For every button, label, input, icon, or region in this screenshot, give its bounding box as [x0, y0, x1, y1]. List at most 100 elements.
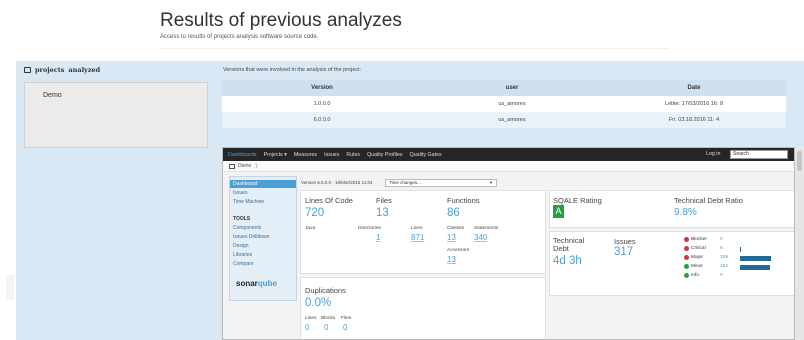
lines-label: Lines	[411, 226, 423, 231]
severity-critical-icon	[684, 246, 689, 251]
technical-debt-label: Technical Debt	[553, 236, 585, 253]
dup-files-label: Files	[341, 316, 352, 321]
loc-value[interactable]: 720	[305, 207, 324, 219]
classes-value[interactable]: 13	[447, 233, 456, 242]
sqale-rating-badge[interactable]: A	[553, 205, 564, 218]
severity-label: Minor	[691, 264, 703, 269]
severity-count[interactable]: 152	[720, 264, 728, 269]
accessors-label: Accessors	[447, 248, 470, 253]
duplications-widget: Duplications 0.0% Lines Blocks Files 0 0…	[300, 277, 546, 339]
sidebar-item-components[interactable]: Components	[233, 225, 261, 231]
sidebar-tools-heading: TOOLS	[233, 216, 251, 222]
project-item-demo[interactable]: Demo	[43, 92, 62, 99]
loc-label: Lines Of Code	[305, 196, 353, 205]
logo-text-qube: qube	[257, 279, 277, 288]
severity-info[interactable]: Info	[684, 273, 699, 278]
severity-major[interactable]: Major	[684, 255, 703, 260]
severity-major-icon	[684, 255, 689, 260]
nav-quality-gates[interactable]: Quality Gates	[410, 152, 442, 158]
technical-debt-value[interactable]: 4d 3h	[553, 255, 582, 267]
severity-critical[interactable]: Critical	[684, 246, 706, 251]
dup-lines-value[interactable]: 0	[305, 323, 309, 332]
nav-quality-profiles[interactable]: Quality Profiles	[367, 152, 403, 158]
nav-projects[interactable]: Projects ▾	[264, 152, 287, 158]
files-label: Files	[376, 196, 392, 205]
versions-caption: Versions that were involved in the analy…	[223, 67, 362, 73]
debt-ratio-value[interactable]: 9.8%	[674, 207, 697, 218]
versions-header-row: Version user Date	[222, 80, 786, 96]
table-row[interactable]: 1.0.0.0 us_amores Letter. 17/03/2016 16:…	[222, 96, 786, 112]
severity-blocker-icon	[684, 237, 689, 242]
sidebar-item-libraries[interactable]: Libraries	[233, 252, 252, 258]
sidebar-item-time-machine[interactable]: Time Machine	[233, 199, 264, 205]
projects-analyzed-header: projects analyzed	[24, 66, 100, 74]
version-cell: 6.0.0.0	[222, 112, 422, 128]
severity-count[interactable]: 159	[720, 255, 728, 260]
time-changes-select[interactable]: Time changes... ▼	[385, 179, 497, 187]
classes-label: Classes	[447, 226, 465, 231]
severity-bar	[740, 265, 770, 270]
scrollbar[interactable]	[795, 147, 804, 340]
nav-rules[interactable]: Rules	[346, 152, 360, 158]
severity-minor[interactable]: Minor	[684, 264, 703, 269]
severity-label: Info	[691, 273, 700, 278]
severity-label: Critical	[691, 246, 706, 251]
nav-dashboards[interactable]: Dashboards	[228, 152, 257, 158]
date-cell: Letter. 17/03/2016 16: 8	[602, 96, 786, 112]
breadcrumb: Demo ❯	[229, 163, 259, 169]
severity-label: Major	[691, 255, 703, 260]
user-cell: us_amores	[422, 96, 602, 112]
sonarqube-dashboard-screenshot: Dashboards Projects ▾ Measures Issues Ru…	[222, 147, 795, 340]
severity-bar	[740, 247, 741, 252]
debt-ratio-label: Technical Debt Ratio	[674, 196, 743, 205]
sqale-widget: SQALE Rating Technical Debt Ratio 9.8%	[549, 190, 794, 228]
breadcrumb-bar	[223, 161, 794, 172]
col-date-header: Date	[602, 80, 786, 96]
dup-blocks-label: Blocks	[321, 316, 336, 321]
severity-count[interactable]: 6	[720, 246, 723, 251]
dup-files-value[interactable]: 0	[343, 323, 347, 332]
directories-label: Directories	[358, 226, 381, 231]
duplications-value[interactable]: 0.0%	[305, 297, 331, 309]
sidebar-item-dashboard[interactable]: Dashboard	[230, 180, 296, 188]
time-changes-value: Time changes...	[389, 180, 421, 185]
severity-count[interactable]: 0	[720, 237, 723, 242]
login-link[interactable]: Log in	[706, 151, 720, 157]
sidebar-item-design[interactable]: Design	[233, 243, 249, 249]
severity-info-icon	[684, 273, 689, 278]
debt-issues-widget: Technical Debt 4d 3h Issues 317 Blocker 0…	[549, 231, 794, 296]
files-value[interactable]: 13	[376, 207, 389, 219]
issues-label: Issues	[614, 237, 636, 246]
nav-measures[interactable]: Measures	[294, 152, 317, 158]
functions-label: Functions	[447, 196, 480, 205]
severity-count[interactable]: 0	[720, 273, 723, 278]
severity-blocker[interactable]: Blocker	[684, 237, 707, 242]
language-label: Java	[305, 226, 316, 231]
functions-value[interactable]: 86	[447, 207, 460, 219]
header-projects-label: projects	[35, 66, 65, 74]
size-widget: Lines Of Code 720 Java Files 13 Director…	[300, 190, 546, 274]
severity-minor-icon	[684, 264, 689, 269]
date-cell: Fri. 03.18.2016 11: 4	[602, 112, 786, 128]
dup-lines-label: Lines	[305, 316, 317, 321]
col-version-header: Version	[222, 80, 422, 96]
statements-value[interactable]: 340	[474, 233, 487, 242]
versions-table: Version user Date 1.0.0.0 us_amores Lett…	[222, 80, 786, 128]
breadcrumb-project[interactable]: Demo	[238, 163, 251, 169]
dup-blocks-value[interactable]: 0	[324, 323, 328, 332]
accessors-value[interactable]: 13	[447, 255, 456, 264]
directories-value[interactable]: 1	[376, 233, 380, 242]
lines-value[interactable]: 871	[411, 233, 424, 242]
sidebar-item-compare[interactable]: Compare	[233, 261, 254, 267]
table-row[interactable]: 6.0.0.0 us_amores Fri. 03.18.2016 11: 4	[222, 112, 786, 128]
severity-bar	[740, 256, 771, 261]
sidebar-item-issues[interactable]: Issues	[233, 190, 247, 196]
sidebar-item-issues-drilldown[interactable]: Issues Drilldown	[233, 234, 269, 240]
issues-value[interactable]: 317	[614, 246, 633, 258]
search-input[interactable]: Search	[730, 150, 788, 159]
chevron-down-icon: ▼	[489, 180, 493, 185]
scrollbar-thumb[interactable]	[797, 151, 802, 171]
user-cell: us_amores	[422, 112, 602, 128]
nav-issues[interactable]: Issues	[324, 152, 339, 158]
version-cell: 1.0.0.0	[222, 96, 422, 112]
